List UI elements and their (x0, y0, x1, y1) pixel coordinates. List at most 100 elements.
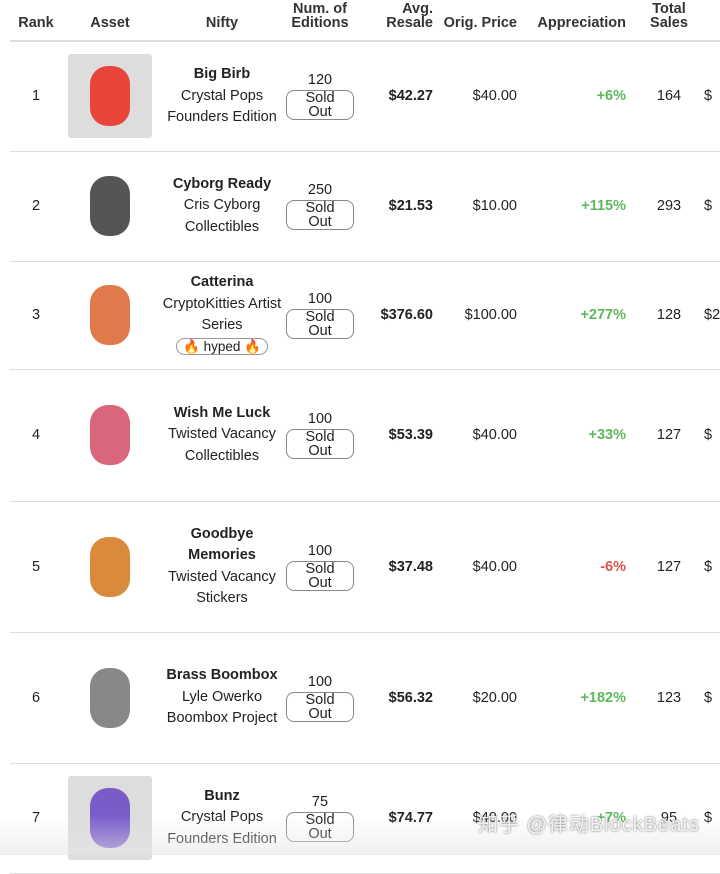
total-sales: 164 (634, 41, 704, 152)
editions: 75 (311, 794, 329, 810)
total-sales: 123 (634, 632, 704, 764)
truncated-value: $ (704, 369, 720, 502)
nifty-title[interactable]: Catterina (158, 272, 286, 294)
rank: 6 (10, 632, 62, 764)
table-row[interactable]: 3 Catterina CryptoKitties Artist Series 🔥 … (10, 261, 720, 370)
status-badge: Sold Out (286, 560, 354, 591)
appreciation: -6% (525, 501, 634, 633)
nifty-title[interactable]: Cyborg Ready (158, 174, 286, 196)
asset-image[interactable] (68, 273, 152, 357)
truncated-value: $ (704, 501, 720, 633)
truncated-value: $ (704, 151, 720, 262)
nifty-collection: Twisted Vacancy Collectibles (168, 426, 276, 464)
asset-cell (62, 151, 158, 262)
table-row[interactable]: 6 Brass Boombox Lyle Owerko Boombox Proje… (10, 632, 720, 764)
asset-image[interactable] (68, 54, 152, 139)
asset-image[interactable] (68, 655, 152, 740)
nifty-ranking-table: Rank Asset Nifty Num. of Editions Avg. R… (10, 0, 720, 874)
total-sales: 293 (634, 151, 704, 262)
avg-resale: $21.53 (354, 151, 441, 262)
nifty-title[interactable]: Wish Me Luck (158, 403, 286, 425)
nifty-cell: Catterina CryptoKitties Artist Series 🔥 hy… (158, 261, 286, 370)
status-badge: Sold Out (286, 200, 354, 230)
appreciation: +115% (525, 151, 634, 262)
table-row[interactable]: 4 Wish Me Luck Twisted Vacancy Collectibl… (10, 369, 720, 502)
header-cut (704, 0, 720, 42)
table-row[interactable]: 2 Cyborg Ready Cris Cyborg Collectibles 2… (10, 151, 720, 262)
nifty-collection: Cris Cyborg Collectibles (183, 197, 261, 235)
total-sales: 127 (634, 369, 704, 502)
truncated-value: $2 (704, 261, 720, 370)
nifty-collection: Crystal Pops Founders Edition (167, 87, 277, 126)
avg-resale: $53.39 (354, 369, 441, 502)
truncated-value: $ (704, 632, 720, 764)
nifty-title[interactable]: Goodbye Memories (158, 524, 286, 567)
header-rank[interactable]: Rank (10, 0, 62, 42)
appreciation: +277% (525, 261, 634, 370)
editions: 100 (307, 542, 333, 559)
appreciation: +33% (525, 369, 634, 502)
rank: 3 (10, 261, 62, 370)
asset-cell (62, 632, 158, 764)
asset-cell (62, 501, 158, 633)
orig-price: $40.00 (441, 41, 525, 152)
rank: 1 (10, 41, 62, 152)
editions: 120 (307, 72, 333, 89)
header-nifty[interactable]: Nifty (158, 0, 286, 42)
header-editions[interactable]: Num. of Editions (286, 0, 354, 42)
header-appreciation[interactable]: Appreciation (525, 0, 634, 42)
watermark: 知乎 @律动BlockBeats (478, 814, 700, 836)
asset-cell (62, 261, 158, 370)
rank: 2 (10, 151, 62, 262)
truncated-value: $ (704, 41, 720, 152)
avg-resale: $37.48 (354, 501, 441, 633)
asset-image[interactable] (68, 393, 152, 477)
editions-cell: 100 Sold Out (286, 261, 354, 370)
asset-image[interactable] (68, 524, 152, 609)
rank: 4 (10, 369, 62, 502)
nifty-collection: Twisted Vacancy Stickers (168, 568, 276, 607)
nifty-cell: Brass Boombox Lyle Owerko Boombox Project (158, 632, 286, 764)
nifty-cell: Cyborg Ready Cris Cyborg Collectibles (158, 151, 286, 262)
header-orig-price[interactable]: Orig. Price (441, 0, 525, 42)
asset-image[interactable] (68, 164, 152, 248)
editions: 100 (307, 411, 333, 427)
orig-price: $40.00 (441, 501, 525, 633)
nifty-title[interactable]: Brass Boombox (158, 665, 286, 687)
status-badge: Sold Out (286, 90, 354, 121)
appreciation: +182% (525, 632, 634, 764)
status-badge: Sold Out (286, 429, 354, 459)
nifty-collection: Lyle Owerko Boombox Project (166, 688, 278, 727)
total-sales: 127 (634, 501, 704, 633)
table-row[interactable]: 1 Big Birb Crystal Pops Founders Edition … (10, 41, 720, 152)
total-sales: 128 (634, 261, 704, 370)
nifty-cell: Goodbye Memories Twisted Vacancy Stickers (158, 501, 286, 633)
editions: 250 (307, 182, 333, 198)
asset-cell (62, 369, 158, 502)
avg-resale: $56.32 (354, 632, 441, 764)
table-row[interactable]: 5 Goodbye Memories Twisted Vacancy Sticke… (10, 501, 720, 633)
nifty-cell: Big Birb Crystal Pops Founders Edition (158, 41, 286, 152)
avg-resale: $376.60 (354, 261, 441, 370)
header-avg-resale[interactable]: Avg. Resale (354, 0, 441, 42)
orig-price: $20.00 (441, 632, 525, 764)
nifty-collection: CryptoKitties Artist Series (162, 295, 282, 334)
nifty-title[interactable]: Big Birb (158, 64, 286, 86)
editions-cell: 100 Sold Out (286, 501, 354, 633)
avg-resale: $42.27 (354, 41, 441, 152)
editions-cell: 250 Sold Out (286, 151, 354, 262)
nifty-cell: Wish Me Luck Twisted Vacancy Collectibles (158, 369, 286, 502)
status-badge: Sold Out (286, 309, 354, 339)
appreciation: +6% (525, 41, 634, 152)
nifty-title[interactable]: Bunz (158, 786, 286, 808)
header-total-sales[interactable]: Total Sales (634, 0, 704, 42)
editions-cell: 120 Sold Out (286, 41, 354, 152)
editions-cell: 100 Sold Out (286, 369, 354, 502)
rank: 5 (10, 501, 62, 633)
editions: 100 (307, 291, 333, 307)
asset-cell (62, 41, 158, 152)
editions: 100 (307, 673, 333, 690)
header-asset[interactable]: Asset (62, 0, 158, 42)
orig-price: $10.00 (441, 151, 525, 262)
header-row: Rank Asset Nifty Num. of Editions Avg. R… (10, 0, 720, 42)
